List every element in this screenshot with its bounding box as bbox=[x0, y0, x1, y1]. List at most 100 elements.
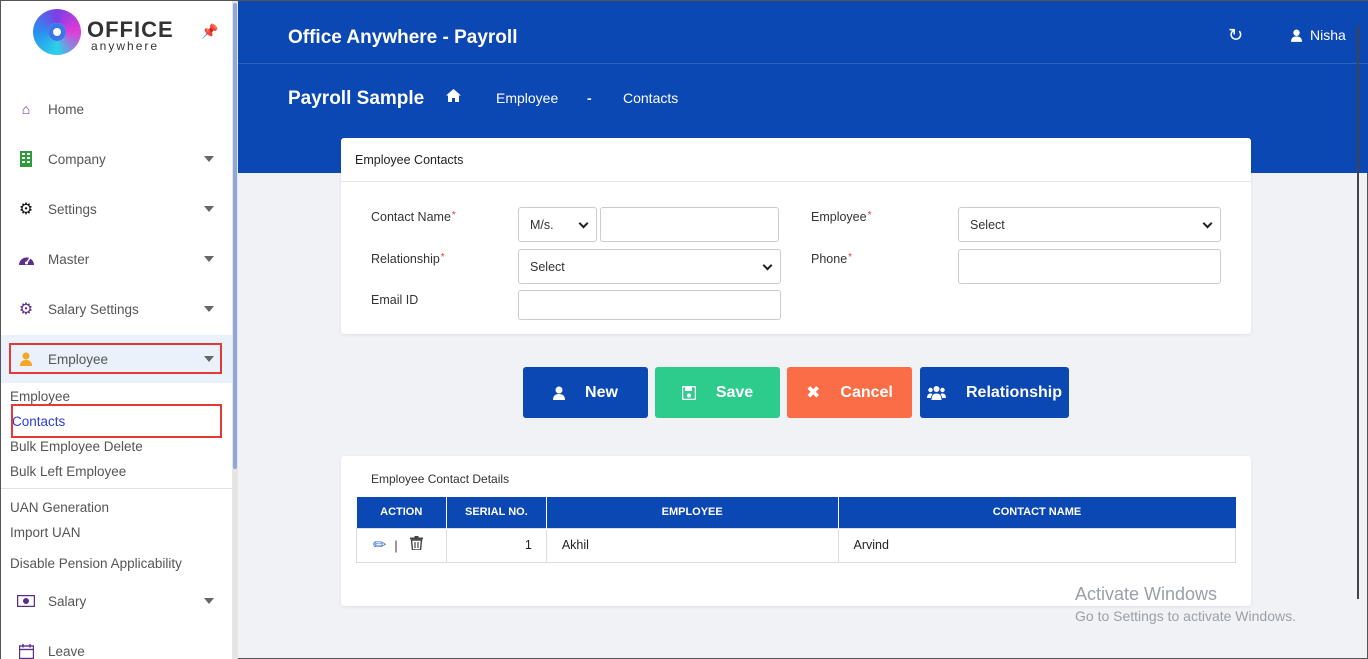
sidebar-item-home[interactable]: ⌂ Home bbox=[1, 85, 232, 133]
building-icon bbox=[17, 150, 35, 168]
card-title: Employee Contacts bbox=[355, 153, 464, 167]
contact-name-label: Contact Name* bbox=[371, 210, 456, 224]
relationship-select-value: Select bbox=[530, 259, 565, 274]
sidebar-scrollbar-thumb[interactable] bbox=[233, 3, 237, 469]
relationship-button-label: Relationship bbox=[965, 383, 1062, 401]
column-header-employee[interactable]: EMPLOYEE bbox=[546, 497, 839, 528]
column-header-contact-name[interactable]: CONTACT NAME bbox=[838, 497, 1236, 528]
users-icon bbox=[926, 386, 946, 400]
email-input[interactable] bbox=[518, 290, 781, 320]
breadcrumb-contacts: Contacts bbox=[623, 90, 679, 106]
card-divider bbox=[341, 181, 1251, 182]
page-title: Payroll Sample bbox=[288, 88, 425, 109]
required-mark: * bbox=[440, 252, 445, 263]
relationship-button[interactable]: Relationship bbox=[920, 367, 1069, 418]
salutation-value: M/s. bbox=[530, 217, 554, 232]
relationship-label: Relationship* bbox=[371, 252, 445, 266]
sidebar-item-label: Company bbox=[48, 151, 106, 167]
phone-label-text: Phone bbox=[811, 252, 848, 266]
row-actions: ✏ | bbox=[356, 527, 447, 563]
breadcrumb-separator: - bbox=[587, 90, 592, 106]
table-title: Employee Contact Details bbox=[371, 472, 510, 486]
header-divider bbox=[238, 63, 1368, 64]
calendar-icon bbox=[17, 642, 35, 659]
logo-mark-icon bbox=[33, 9, 81, 55]
close-icon: ✖ bbox=[806, 382, 821, 402]
save-button[interactable]: Save bbox=[655, 367, 780, 418]
employee-select[interactable]: Select bbox=[958, 207, 1221, 242]
activate-windows-subtitle: Go to Settings to activate Windows. bbox=[1075, 608, 1296, 624]
cell-serial: 1 bbox=[445, 527, 547, 563]
employee-label-text: Employee bbox=[811, 210, 867, 224]
user-name: Nisha bbox=[1310, 27, 1346, 43]
submenu-bulk-left-employee[interactable]: Bulk Left Employee bbox=[10, 464, 126, 479]
chevron-down-icon bbox=[1202, 218, 1213, 228]
sidebar-item-settings[interactable]: ⚙ Settings bbox=[1, 185, 232, 233]
submenu-uan-generation[interactable]: UAN Generation bbox=[10, 500, 109, 515]
phone-label: Phone* bbox=[811, 252, 852, 266]
sidebar-item-label: Leave bbox=[48, 643, 85, 659]
home-icon: ⌂ bbox=[21, 101, 31, 117]
app-title: Office Anywhere - Payroll bbox=[288, 27, 518, 48]
contact-name-label-text: Contact Name bbox=[371, 210, 451, 224]
edit-icon[interactable]: ✏ bbox=[373, 537, 386, 554]
chevron-down-icon bbox=[204, 256, 214, 262]
trash-icon[interactable] bbox=[406, 536, 423, 553]
column-header-serial[interactable]: SERIAL NO. bbox=[446, 497, 547, 528]
pin-icon[interactable]: 📌 bbox=[201, 23, 218, 40]
highlight-box-contacts bbox=[11, 404, 222, 438]
office-anywhere-logo[interactable]: OFFICE anywhere bbox=[33, 9, 173, 55]
new-button[interactable]: New bbox=[523, 367, 648, 418]
floppy-icon bbox=[681, 385, 696, 400]
chevron-down-icon bbox=[204, 206, 214, 212]
submenu-bulk-employee-delete[interactable]: Bulk Employee Delete bbox=[10, 439, 143, 454]
relationship-select[interactable]: Select bbox=[518, 249, 781, 284]
email-label: Email ID bbox=[371, 293, 419, 307]
phone-input[interactable] bbox=[958, 249, 1221, 284]
cell-contact-name: Arvind bbox=[837, 527, 1236, 563]
home-icon[interactable] bbox=[446, 89, 461, 106]
main-scrollbar[interactable] bbox=[1352, 25, 1366, 635]
save-button-label: Save bbox=[715, 383, 754, 401]
submenu-import-uan[interactable]: Import UAN bbox=[10, 525, 81, 540]
cancel-button[interactable]: ✖ Cancel bbox=[787, 367, 912, 418]
cell-employee: Akhil bbox=[545, 527, 839, 563]
breadcrumb-employee[interactable]: Employee bbox=[496, 90, 558, 106]
logo-subtitle: anywhere bbox=[91, 39, 160, 53]
sidebar-item-label: Salary Settings bbox=[48, 301, 139, 317]
user-menu[interactable]: Nisha bbox=[1291, 27, 1346, 43]
column-header-action: ACTION bbox=[356, 497, 447, 528]
user-icon bbox=[1291, 29, 1302, 42]
chevron-down-icon bbox=[204, 306, 214, 312]
activate-windows-title: Activate Windows bbox=[1075, 584, 1218, 604]
sidebar-item-master[interactable]: Master bbox=[1, 235, 232, 283]
sidebar-item-leave[interactable]: Leave bbox=[1, 627, 232, 659]
employee-select-value: Select bbox=[970, 217, 1005, 232]
chevron-down-icon bbox=[204, 156, 214, 162]
dashboard-icon bbox=[17, 250, 35, 268]
refresh-icon[interactable]: ↻ bbox=[1228, 25, 1243, 46]
sidebar-divider bbox=[1, 488, 232, 489]
sidebar-item-salary[interactable]: Salary bbox=[1, 577, 232, 625]
submenu-disable-pension[interactable]: Disable Pension Applicability bbox=[10, 556, 182, 571]
gear-icon: ⚙ bbox=[18, 201, 34, 218]
required-mark: * bbox=[867, 210, 872, 221]
employee-label: Employee* bbox=[811, 210, 872, 224]
sidebar-item-salary-settings[interactable]: ⚙ Salary Settings bbox=[1, 285, 232, 333]
user-icon bbox=[553, 386, 566, 400]
cog-icon: ⚙ bbox=[18, 301, 34, 318]
contact-name-input[interactable] bbox=[600, 207, 779, 242]
chevron-down-icon bbox=[762, 260, 773, 270]
sidebar-item-label: Home bbox=[48, 101, 85, 117]
required-mark: * bbox=[848, 252, 853, 263]
sidebar-item-label: Salary bbox=[48, 593, 87, 609]
salutation-select[interactable]: M/s. bbox=[518, 207, 597, 242]
sidebar-item-label: Settings bbox=[48, 201, 97, 217]
main-scrollbar-track[interactable] bbox=[1357, 25, 1359, 599]
table-row: ✏ | 1 Akhil Arvind bbox=[356, 527, 1236, 563]
submenu-employee[interactable]: Employee bbox=[10, 389, 70, 404]
sidebar-item-label: Master bbox=[48, 251, 90, 267]
chevron-down-icon bbox=[204, 598, 214, 604]
sidebar-item-company[interactable]: Company bbox=[1, 135, 232, 183]
employee-contacts-card: Employee Contacts Contact Name* M/s. Emp… bbox=[341, 138, 1251, 334]
